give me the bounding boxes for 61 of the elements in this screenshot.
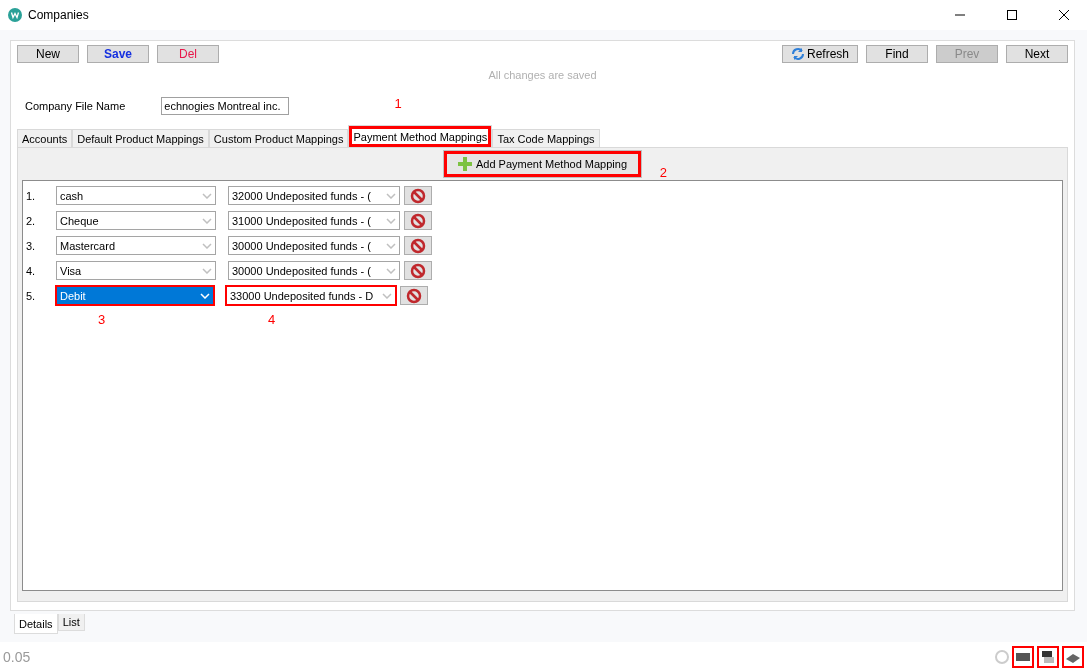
- toolbar-button[interactable]: Save: [87, 45, 149, 63]
- annotation-number: 4: [268, 312, 276, 327]
- account-dropdown[interactable]: 31000 Undeposited funds - (: [228, 211, 400, 230]
- chevron-down-icon: [386, 217, 396, 224]
- field-label: Company File Name: [25, 100, 126, 112]
- delete-button[interactable]: [404, 186, 432, 205]
- tab[interactable]: Default Product Mappings: [72, 129, 209, 147]
- delete-button[interactable]: [404, 211, 432, 230]
- plus-icon: [457, 157, 472, 171]
- toolbar-button[interactable]: Refresh: [781, 45, 858, 63]
- payment-method-dropdown[interactable]: Cheque: [56, 211, 216, 230]
- chevron-down-icon: [200, 292, 210, 299]
- toolbar-button[interactable]: New: [17, 45, 79, 63]
- tab[interactable]: List: [57, 614, 85, 631]
- tab[interactable]: Accounts: [17, 129, 73, 147]
- row-number: 1.: [26, 189, 37, 202]
- account-dropdown[interactable]: 30000 Undeposited funds - (: [228, 261, 400, 280]
- chevron-down-icon: [202, 192, 212, 199]
- chevron-down-icon: [386, 267, 396, 274]
- row-number: 3.: [26, 239, 37, 252]
- annotation-number: 1: [394, 96, 402, 111]
- chevron-down-icon: [202, 242, 212, 249]
- company-file-name-field[interactable]: echnogies Montreal inc.: [161, 97, 290, 115]
- window-title: Companies: [28, 8, 90, 22]
- save-status: All changes are saved: [488, 69, 597, 81]
- delete-button[interactable]: [404, 261, 432, 280]
- prohibited-icon: [406, 287, 422, 304]
- tab[interactable]: Details: [14, 614, 58, 634]
- annotation-number: 2: [659, 165, 667, 180]
- prohibited-icon: [410, 237, 426, 254]
- annotation-number: 3: [98, 312, 106, 327]
- prohibited-icon: [410, 187, 426, 204]
- delete-button[interactable]: [404, 236, 432, 255]
- version-label: 0.05: [3, 649, 31, 665]
- prohibited-icon: [410, 262, 426, 279]
- payment-method-dropdown[interactable]: Mastercard: [56, 236, 216, 255]
- account-dropdown[interactable]: 32000 Undeposited funds - (: [228, 186, 400, 205]
- chevron-down-icon: [382, 292, 392, 299]
- payment-method-dropdown[interactable]: Debit: [55, 285, 215, 306]
- row-number: 2.: [26, 214, 37, 227]
- payment-method-dropdown[interactable]: Visa: [56, 261, 216, 280]
- chevron-down-icon: [386, 242, 396, 249]
- tab[interactable]: Custom Product Mappings: [208, 129, 349, 147]
- chevron-down-icon: [202, 217, 212, 224]
- account-dropdown[interactable]: 33000 Undeposited funds - D: [225, 285, 397, 306]
- tab[interactable]: Tax Code Mappings: [492, 129, 600, 147]
- payment-method-dropdown[interactable]: cash: [56, 186, 216, 205]
- maximize-icon: [1006, 9, 1018, 21]
- close-icon: [1058, 9, 1070, 21]
- delete-button[interactable]: [400, 286, 428, 305]
- app-logo-icon: [8, 8, 22, 22]
- toolbar-button[interactable]: Find: [866, 45, 928, 63]
- prohibited-icon: [410, 212, 426, 229]
- chevron-down-icon: [386, 192, 396, 199]
- account-dropdown[interactable]: 30000 Undeposited funds - (: [228, 236, 400, 255]
- toolbar-button[interactable]: Next: [1006, 45, 1068, 63]
- row-number: 4.: [26, 264, 37, 277]
- chevron-down-icon: [202, 267, 212, 274]
- spinner-icon: [995, 650, 1009, 664]
- refresh-icon: [790, 47, 805, 61]
- row-number: 5.: [26, 289, 37, 302]
